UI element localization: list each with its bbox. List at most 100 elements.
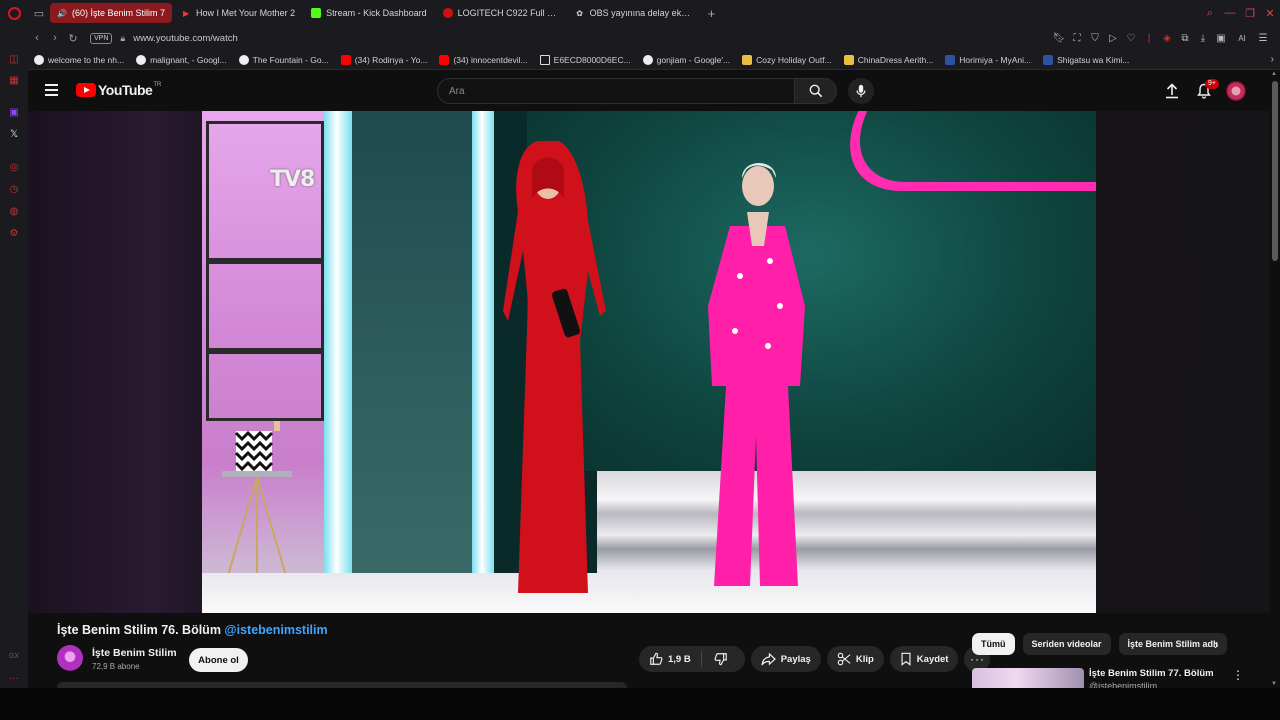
bookmark-label: The Fountain - Go... [252, 54, 329, 65]
video-player[interactable]: TV8 [28, 111, 1270, 613]
voice-search-button[interactable] [848, 78, 874, 104]
more-icon[interactable]: ··· [7, 671, 21, 685]
bookmark-icon[interactable]: 🔖︎ [1050, 33, 1068, 44]
ai-button[interactable]: AI [1230, 34, 1254, 43]
recommendation-title[interactable]: İşte Benim Stilim 77. Bölüm [1089, 668, 1214, 679]
scroll-up-icon[interactable]: ▲ [1271, 71, 1277, 77]
video-hashtag-link[interactable]: @istebenimstilim [224, 623, 327, 637]
share-button[interactable]: Paylaş [750, 646, 821, 672]
youtube-icon [439, 54, 450, 65]
video-scene-wall [352, 111, 472, 581]
bookmark-item[interactable]: malignant, - Googl... [130, 54, 233, 65]
tab-kick[interactable]: Stream - Kick Dashboard [304, 3, 434, 23]
channel-name[interactable]: İşte Benim Stilim [92, 647, 177, 659]
aria-icon[interactable]: ◫ [7, 52, 21, 66]
video-scene-side-table [222, 421, 292, 580]
clip-button[interactable]: Klip [826, 646, 884, 672]
forward-icon[interactable]: › [46, 32, 64, 44]
bookmark-item[interactable]: Shigatsu wa Kimi... [1037, 54, 1135, 65]
back-icon[interactable]: ‹ [28, 32, 46, 44]
bookmark-item[interactable]: E6ECD8000D6EC... [534, 54, 637, 65]
recommendation-more-icon[interactable]: ⋮ [1232, 668, 1244, 682]
gx-corner-icon[interactable]: ▦ [7, 73, 21, 87]
upload-button[interactable] [1156, 83, 1188, 99]
save-button[interactable]: Kaydet [889, 646, 959, 672]
channel-avatar[interactable] [57, 645, 83, 671]
search-input[interactable] [438, 79, 794, 103]
like-count: 1,9 B [668, 653, 691, 665]
page-scrollbar[interactable]: ▲ ▼ [1270, 71, 1280, 688]
gx-label[interactable]: GX [7, 649, 21, 663]
bookmark-label: Cozy Holiday Outf... [756, 54, 832, 65]
browser-tab-strip: ▭ 🔊 (60) İşte Benim Stilim 7 ▶ How I Met… [0, 0, 1280, 26]
search-icon [809, 84, 822, 98]
chip-series[interactable]: Seriden videolar [1022, 633, 1111, 655]
divider-icon: | [1147, 32, 1151, 44]
like-button[interactable]: 1,9 B [639, 646, 701, 672]
lock-icon[interactable]: 🔒︎ [120, 33, 125, 44]
address-bar: ‹ › ↻ VPN 🔒︎ www.youtube.com/watch 🔖︎ ⛶ … [28, 26, 1280, 50]
twitch-icon[interactable]: ▣ [7, 105, 21, 119]
youtube-logo[interactable]: YouTube TR [76, 82, 161, 98]
chip-channel[interactable]: İşte Benim Stilim adlı [1118, 633, 1228, 655]
wallet-icon[interactable]: ▣ [1212, 33, 1230, 44]
settings-icon[interactable]: ⚙ [7, 226, 21, 240]
chat-icon[interactable]: ◍ [7, 204, 21, 218]
download-icon[interactable]: ⤓ [1194, 33, 1212, 44]
hamburger-menu-icon[interactable] [45, 84, 58, 96]
bookmark-item[interactable]: (34) Rodinya - Yo... [335, 54, 434, 65]
tab-chatgpt[interactable]: ✿ OBS yayınına delay eklem [568, 3, 698, 23]
chip-all[interactable]: Tümü [972, 633, 1015, 655]
heart-icon[interactable]: ♡ [1122, 33, 1140, 44]
vpn-badge[interactable]: VPN [90, 32, 113, 44]
bookmark-item[interactable]: The Fountain - Go... [233, 54, 335, 65]
bookmark-item[interactable]: gonjiam - Google'... [637, 54, 736, 65]
bookmark-label: Shigatsu wa Kimi... [1057, 54, 1130, 65]
video-frame[interactable]: TV8 [202, 111, 1096, 613]
bookmark-label: malignant, - Googl... [150, 54, 227, 65]
x-twitter-icon[interactable]: 𝕏 [7, 127, 21, 141]
scroll-thumb[interactable] [1272, 81, 1278, 261]
bookmark-item[interactable]: welcome to the nh... [28, 54, 130, 65]
search-tabs-icon[interactable]: ⌕ [1200, 7, 1220, 20]
bookmark-item[interactable]: Horimiya - MyAni... [939, 54, 1037, 65]
new-tab-button[interactable]: + [700, 6, 724, 21]
tab-himym[interactable]: ▶ How I Met Your Mother 2 [174, 3, 302, 23]
account-avatar-button[interactable] [1220, 81, 1252, 101]
chevron-right-icon[interactable]: › [1214, 636, 1219, 652]
bookmark-item[interactable]: (34) innocentdevil... [433, 54, 533, 65]
tab-label: LOGITECH C922 Full HD 1 [457, 8, 559, 18]
tab-active[interactable]: 🔊 (60) İşte Benim Stilim 7 [50, 3, 173, 23]
bookmark-item[interactable]: ChinaDress Aerith... [838, 54, 940, 65]
shield-icon[interactable]: ⛉ [1086, 33, 1104, 44]
puzzle-icon[interactable]: ⧉ [1176, 33, 1194, 44]
url-field[interactable]: www.youtube.com/watch [133, 33, 238, 44]
bookmarks-overflow-icon[interactable]: › [1271, 54, 1274, 65]
tab-list: 🔊 (60) İşte Benim Stilim 7 ▶ How I Met Y… [50, 0, 723, 26]
bookmark-label: (34) innocentdevil... [453, 54, 528, 65]
myanimelist-icon [945, 54, 956, 65]
reload-icon[interactable]: ↻ [64, 32, 82, 45]
extension-icon[interactable]: ◈ [1158, 33, 1176, 44]
tab-logitech[interactable]: LOGITECH C922 Full HD 1 [436, 3, 566, 23]
menu-icon[interactable]: ☰ [1254, 33, 1272, 44]
opera-logo-icon[interactable] [0, 0, 28, 26]
minimize-icon[interactable]: — [1220, 7, 1240, 19]
speaker-icon[interactable]: 🔊 [57, 8, 67, 18]
player-icon[interactable]: ◎ [7, 160, 21, 174]
search-button[interactable] [795, 78, 837, 104]
notifications-button[interactable]: 9+ [1188, 79, 1220, 99]
maximize-icon[interactable]: ❐ [1240, 7, 1260, 20]
tab-menu-icon[interactable]: ▭ [28, 0, 50, 26]
recommendation-thumbnail[interactable] [972, 668, 1084, 688]
youtube-play-icon [76, 83, 96, 97]
subscribe-button[interactable]: Abone ol [189, 648, 248, 672]
scroll-down-icon[interactable]: ▼ [1271, 681, 1277, 687]
play-icon[interactable]: ▷ [1104, 33, 1122, 44]
bookmark-item[interactable]: Cozy Holiday Outf... [736, 54, 838, 65]
snapshot-icon[interactable]: ⛶ [1068, 33, 1086, 44]
history-icon[interactable]: ◷ [7, 182, 21, 196]
related-chips: Tümü Seriden videolar İşte Benim Stilim … [972, 633, 1242, 655]
dislike-button[interactable] [702, 646, 745, 672]
close-icon[interactable]: ✕ [1260, 7, 1280, 20]
